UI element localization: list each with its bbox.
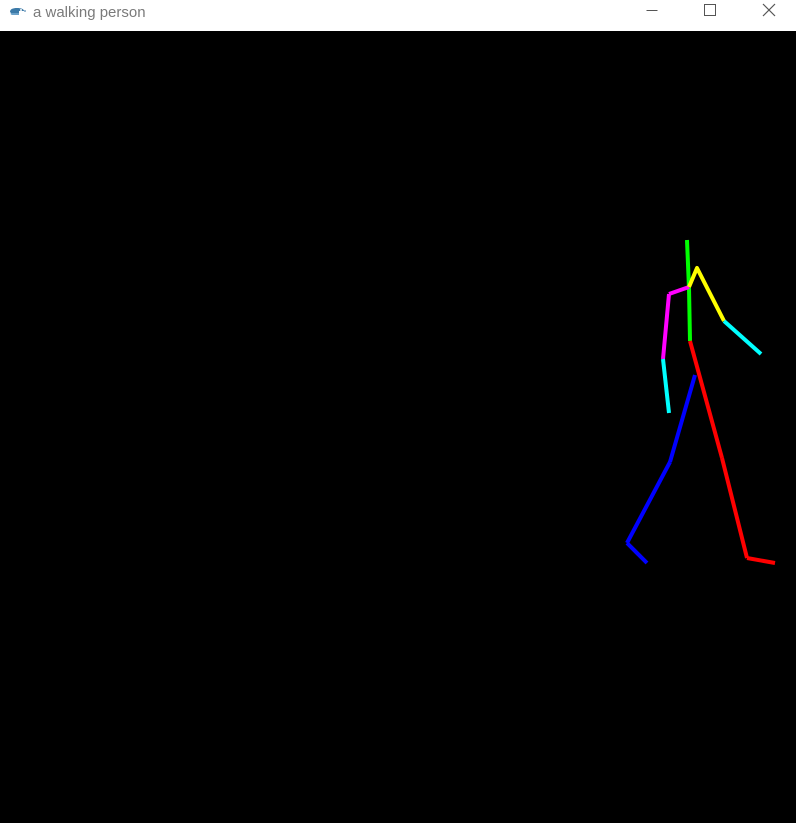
right-upper-arm-segment (687, 266, 726, 322)
right-shin-segment (720, 457, 749, 559)
left-shin-segment (625, 461, 672, 544)
walking-person-figure (625, 239, 776, 565)
window-title: a walking person (33, 4, 146, 21)
left-thigh-segment (668, 374, 697, 463)
close-icon (762, 3, 776, 22)
left-shoulder-segment (668, 285, 690, 296)
right-foot-segment (746, 556, 776, 565)
torso-segment (687, 287, 692, 342)
drawing-canvas (0, 31, 796, 823)
head-neck-segment (685, 239, 691, 289)
right-forearm-segment (722, 319, 763, 356)
minimize-button[interactable] (629, 0, 675, 24)
left-foot-segment (625, 541, 649, 565)
maximize-button[interactable] (687, 0, 733, 24)
python-snake-icon (8, 6, 26, 20)
title-bar[interactable]: a walking person (0, 0, 796, 31)
left-upper-arm-segment (661, 293, 671, 360)
left-forearm-segment (661, 358, 671, 414)
right-thigh-segment (688, 340, 724, 459)
minimize-icon (646, 3, 658, 21)
app-window: a walking person (0, 0, 796, 823)
maximize-icon (704, 3, 716, 21)
close-button[interactable] (746, 0, 792, 24)
